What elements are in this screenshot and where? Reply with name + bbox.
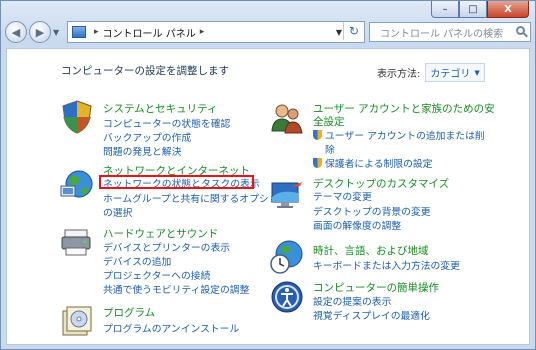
link-parental-controls[interactable]: 保護者による制限の設定	[313, 156, 432, 170]
refresh-icon[interactable]: ↻	[343, 22, 364, 40]
category-title-programs[interactable]: プログラム	[103, 305, 155, 320]
forward-button[interactable]: ▶	[29, 21, 51, 43]
chevron-down-icon: ▼	[474, 68, 480, 77]
address-dropdown-icon[interactable]: ▼	[336, 28, 342, 37]
search-input[interactable]: コントロール パネルの検索	[369, 22, 531, 42]
link-connect-projector[interactable]: プロジェクターへの接続	[103, 268, 210, 282]
clock-language-region-icon[interactable]	[269, 239, 305, 275]
link-mobility-settings[interactable]: 共通で使うモビリティ設定の調整	[103, 282, 249, 296]
main-content: コンピューターの設定を調整します 表示方法: カテゴリ ▼ システムとセキュリテ…	[6, 48, 530, 345]
control-panel-icon	[72, 26, 86, 38]
maximize-button[interactable]: □	[459, 1, 487, 18]
address-bar[interactable]: ▸ コントロール パネル ▸ ▼ ↻	[67, 21, 365, 43]
link-devices-printers[interactable]: デバイスとプリンターの表示	[103, 240, 230, 254]
programs-icon[interactable]	[59, 303, 95, 339]
view-by-value: カテゴリ	[430, 69, 471, 80]
hardware-sound-icon[interactable]	[59, 224, 95, 260]
breadcrumb-separator-icon[interactable]: ▸	[94, 27, 99, 37]
category-title-system-security[interactable]: システムとセキュリティ	[103, 101, 218, 116]
shield-icon	[313, 130, 322, 140]
search-icon[interactable]	[516, 26, 525, 35]
ease-of-access-icon[interactable]	[269, 279, 305, 315]
link-change-theme[interactable]: テーマの変更	[313, 189, 372, 203]
appearance-personalization-icon[interactable]	[269, 177, 305, 213]
view-by-label: 表示方法:	[377, 69, 421, 80]
view-by: 表示方法: カテゴリ ▼	[377, 63, 485, 82]
link-add-remove-user-cont[interactable]: 除	[325, 142, 335, 156]
link-check-status[interactable]: コンピューターの状態を確認	[103, 116, 230, 130]
forward-arrow-icon: ▶	[35, 25, 45, 39]
close-button[interactable]: X	[487, 1, 529, 18]
link-parental-controls-label: 保護者による制限の設定	[325, 159, 433, 170]
user-accounts-icon[interactable]	[269, 101, 305, 137]
control-panel-window: – □ X ◀ ▶ ▼ ▸ コントロール パネル ▸ ▼ ↻ コントロール パネ…	[0, 0, 536, 350]
category-title-ease-of-access[interactable]: コンピューターの簡単操作	[313, 280, 439, 295]
category-title-hardware-sound[interactable]: ハードウェアとサウンド	[103, 226, 218, 241]
link-troubleshoot[interactable]: 問題の発見と解決	[103, 144, 181, 158]
page-title: コンピューターの設定を調整します	[61, 65, 229, 77]
link-homegroup-sharing-options-cont[interactable]: の選択	[103, 205, 132, 219]
breadcrumb-separator-icon[interactable]: ▸	[200, 27, 205, 37]
back-arrow-icon: ◀	[11, 25, 21, 39]
shield-icon	[313, 158, 322, 168]
highlight-box	[99, 175, 254, 189]
link-get-recommendations[interactable]: 設定の提案の表示	[313, 294, 391, 308]
back-button[interactable]: ◀	[5, 21, 27, 43]
link-adjust-resolution[interactable]: 画面の解像度の調整	[313, 218, 401, 232]
recent-pages-dropdown[interactable]: ▼	[53, 28, 63, 37]
network-internet-icon[interactable]	[59, 166, 95, 202]
link-uninstall-program[interactable]: プログラムのアンインストール	[103, 321, 239, 335]
link-add-device[interactable]: デバイスの追加	[103, 254, 171, 268]
link-create-backup[interactable]: バックアップの作成	[103, 130, 191, 144]
caption-buttons: – □ X	[431, 1, 529, 18]
navigation-bar: ◀ ▶ ▼ ▸ コントロール パネル ▸ ▼ ↻ コントロール パネルの検索	[5, 20, 531, 44]
link-change-keyboard-input[interactable]: キーボードまたは入力方法の変更	[313, 258, 460, 272]
category-title-clock-language-region[interactable]: 時計、言語、および地域	[313, 243, 429, 258]
view-by-dropdown[interactable]: カテゴリ ▼	[425, 63, 485, 82]
minimize-button[interactable]: –	[431, 1, 459, 18]
link-homegroup-sharing-options[interactable]: ホームグループと共有に関するオプション	[103, 191, 288, 205]
link-change-background[interactable]: デスクトップの背景の変更	[313, 204, 431, 218]
category-title-user-accounts-cont[interactable]: 全設定	[313, 114, 345, 129]
search-placeholder: コントロール パネルの検索	[380, 28, 504, 40]
link-add-remove-user[interactable]: ユーザー アカウントの追加または削	[313, 128, 485, 142]
breadcrumb-control-panel[interactable]: コントロール パネル	[103, 25, 196, 40]
link-add-remove-user-label: ユーザー アカウントの追加または削	[325, 131, 485, 142]
link-optimize-display[interactable]: 視覚ディスプレイの最適化	[313, 308, 430, 322]
system-security-icon[interactable]	[59, 99, 95, 135]
